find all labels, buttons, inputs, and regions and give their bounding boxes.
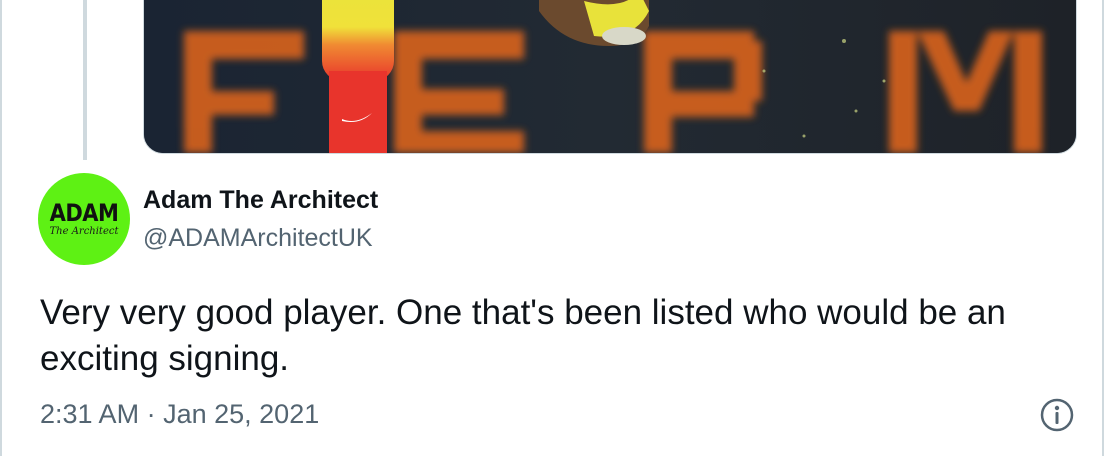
tweet-date: Jan 25, 2021 <box>163 399 320 429</box>
tweet-timestamp[interactable]: 2:31 AM · Jan 25, 2021 <box>40 399 319 430</box>
tweet-card: ADAM The Architect Adam The Architect @A… <box>0 0 1112 456</box>
photo-graphic <box>144 0 1076 153</box>
info-icon[interactable] <box>1040 398 1074 432</box>
avatar[interactable]: ADAM The Architect <box>38 173 130 265</box>
thread-connector-line <box>83 0 87 160</box>
tweet-time: 2:31 AM <box>40 399 140 429</box>
author-handle[interactable]: @ADAMArchitectUK <box>143 224 373 253</box>
avatar-logo-subtitle: The Architect <box>49 226 119 237</box>
quoted-media-image[interactable] <box>143 0 1077 154</box>
avatar-logo-word: ADAM <box>49 199 119 227</box>
author-display-name[interactable]: Adam The Architect <box>143 186 378 215</box>
meta-separator: · <box>146 399 156 429</box>
info-circle-icon <box>1040 398 1074 432</box>
tweet-text: Very very good player. One that's been l… <box>40 293 1006 378</box>
